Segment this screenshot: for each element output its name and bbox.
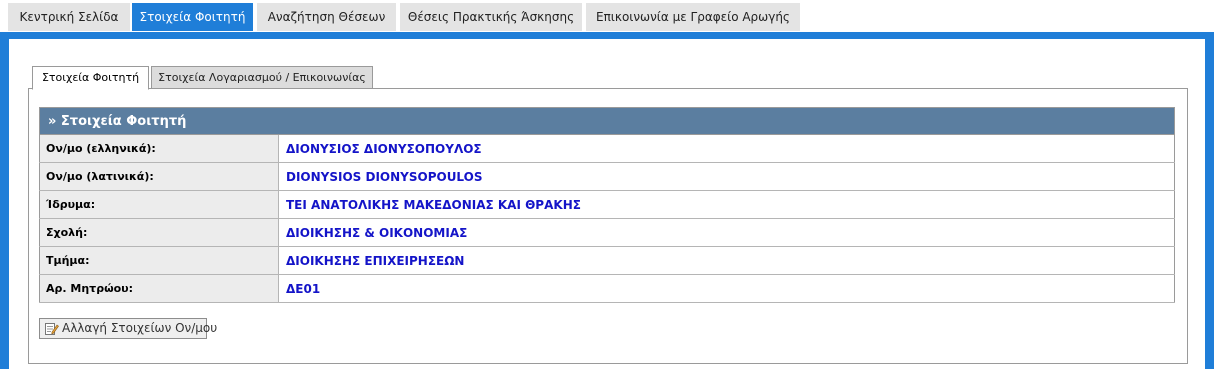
row-label-registration-number: Αρ. Μητρώου: bbox=[39, 274, 279, 303]
row-value-registration-number: ΔΕ01 bbox=[278, 274, 1175, 303]
row-label-name-greek: Ον/μο (ελληνικά): bbox=[39, 134, 279, 163]
table-row: Ίδρυμα: ΤΕΙ ΑΝΑΤΟΛΙΚΗΣ ΜΑΚΕΔΟΝΙΑΣ ΚΑΙ ΘΡ… bbox=[39, 190, 1175, 219]
edit-document-icon bbox=[45, 322, 59, 335]
change-name-button[interactable]: Αλλαγή Στοιχείων Ον/μου bbox=[39, 318, 217, 339]
subtab-account-contact[interactable]: Στοιχεία Λογαριασμού / Επικοινωνίας bbox=[151, 66, 373, 89]
tab-internship-positions[interactable]: Θέσεις Πρακτικής Άσκησης bbox=[400, 3, 582, 31]
row-value-institution: ΤΕΙ ΑΝΑΤΟΛΙΚΗΣ ΜΑΚΕΔΟΝΙΑΣ ΚΑΙ ΘΡΑΚΗΣ bbox=[278, 190, 1175, 219]
row-value-name-greek: ΔΙΟΝΥΣΙΟΣ ΔΙΟΝΥΣΟΠΟΥΛΟΣ bbox=[278, 134, 1175, 163]
row-label-department: Τμήμα: bbox=[39, 246, 279, 275]
tab-student-info[interactable]: Στοιχεία Φοιτητή bbox=[132, 3, 253, 31]
table-row: Τμήμα: ΔΙΟΙΚΗΣΗΣ ΕΠΙΧΕΙΡΗΣΕΩΝ bbox=[39, 246, 1175, 275]
row-value-department: ΔΙΟΙΚΗΣΗΣ ΕΠΙΧΕΙΡΗΣΕΩΝ bbox=[278, 246, 1175, 275]
tab-search-positions[interactable]: Αναζήτηση Θέσεων bbox=[257, 3, 396, 31]
table-title: » Στοιχεία Φοιτητή bbox=[39, 107, 1175, 135]
tab-home[interactable]: Κεντρική Σελίδα bbox=[8, 3, 130, 31]
row-label-name-latin: Ον/μο (λατινικά): bbox=[39, 162, 279, 191]
table-row: Αρ. Μητρώου: ΔΕ01 bbox=[39, 274, 1175, 303]
table-row: Ον/μο (λατινικά): DIONYSIOS DIONYSOPOULO… bbox=[39, 162, 1175, 191]
table-row: Ον/μο (ελληνικά): ΔΙΟΝΥΣΙΟΣ ΔΙΟΝΥΣΟΠΟΥΛΟ… bbox=[39, 134, 1175, 163]
student-info-table: » Στοιχεία Φοιτητή Ον/μο (ελληνικά): ΔΙΟ… bbox=[39, 107, 1175, 303]
row-label-school: Σχολή: bbox=[39, 218, 279, 247]
row-value-name-latin: DIONYSIOS DIONYSOPOULOS bbox=[278, 162, 1175, 191]
change-name-button-label: Αλλαγή Στοιχείων Ον/μου bbox=[62, 321, 218, 335]
table-row: Σχολή: ΔΙΟΙΚΗΣΗΣ & ΟΙΚΟΝΟΜΙΑΣ bbox=[39, 218, 1175, 247]
tab-contact-helpdesk[interactable]: Επικοινωνία με Γραφείο Αρωγής bbox=[586, 3, 800, 31]
top-navigation: Κεντρική Σελίδα Στοιχεία Φοιτητή Αναζήτη… bbox=[0, 0, 1214, 34]
row-value-school: ΔΙΟΙΚΗΣΗΣ & ΟΙΚΟΝΟΜΙΑΣ bbox=[278, 218, 1175, 247]
row-label-institution: Ίδρυμα: bbox=[39, 190, 279, 219]
subtab-student-info[interactable]: Στοιχεία Φοιτητή bbox=[32, 66, 149, 90]
